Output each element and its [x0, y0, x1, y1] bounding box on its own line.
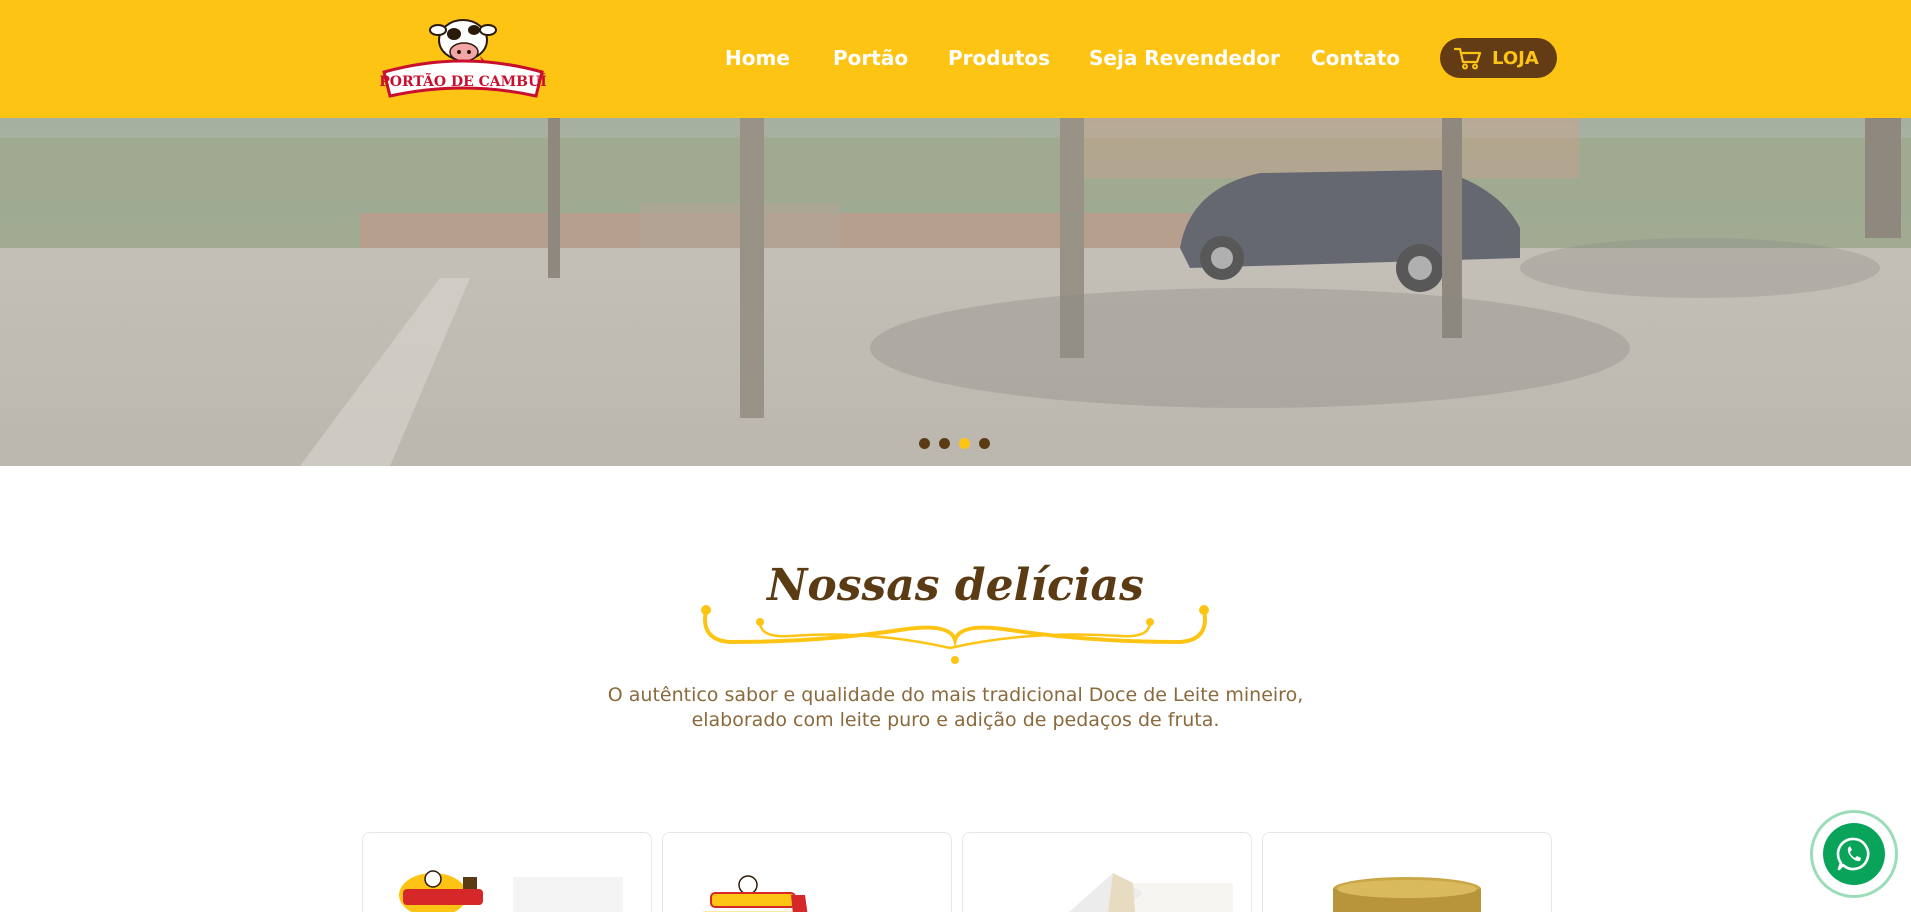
title-flourish — [701, 605, 1209, 664]
product-image-1 — [363, 833, 651, 912]
nav-produtos[interactable]: Produtos — [948, 46, 1050, 70]
product-image-2 — [663, 833, 951, 912]
hero-carousel[interactable] — [0, 118, 1911, 466]
nav-seja-revendedor[interactable]: Seja Revendedor — [1089, 46, 1280, 70]
main-nav: Home Portão Produtos Seja Revendedor Con… — [0, 0, 1911, 118]
product-image-3 — [963, 833, 1251, 912]
carousel-dot-1[interactable] — [919, 438, 930, 449]
product-card-2[interactable] — [662, 832, 952, 912]
hero-image — [0, 118, 1911, 466]
shopping-cart-icon — [1453, 46, 1482, 70]
nav-contato[interactable]: Contato — [1311, 46, 1400, 70]
loja-label: LOJA — [1492, 47, 1539, 69]
carousel-dot-4[interactable] — [979, 438, 990, 449]
whatsapp-button[interactable] — [1823, 823, 1885, 885]
loja-button[interactable]: LOJA — [1440, 38, 1557, 78]
nav-portao[interactable]: Portão — [833, 46, 908, 70]
product-image-4 — [1263, 833, 1551, 912]
carousel-dot-3[interactable] — [959, 438, 970, 449]
site-header: PORTÃO DE CAMBUÍ Home Portão Produtos Se… — [0, 0, 1911, 118]
whatsapp-icon — [1836, 837, 1870, 871]
nav-home[interactable]: Home — [725, 46, 790, 70]
product-card-4[interactable] — [1262, 832, 1552, 912]
product-card-3[interactable] — [962, 832, 1252, 912]
carousel-dot-2[interactable] — [939, 438, 950, 449]
description-line-1: O autêntico sabor e qualidade do mais tr… — [607, 684, 1304, 706]
section-description: O autêntico sabor e qualidade do mais tr… — [0, 683, 1911, 733]
description-line-2: elaborado com leite puro e adição de ped… — [691, 709, 1220, 731]
carousel-dots — [919, 438, 990, 449]
product-card-1[interactable] — [362, 832, 652, 912]
